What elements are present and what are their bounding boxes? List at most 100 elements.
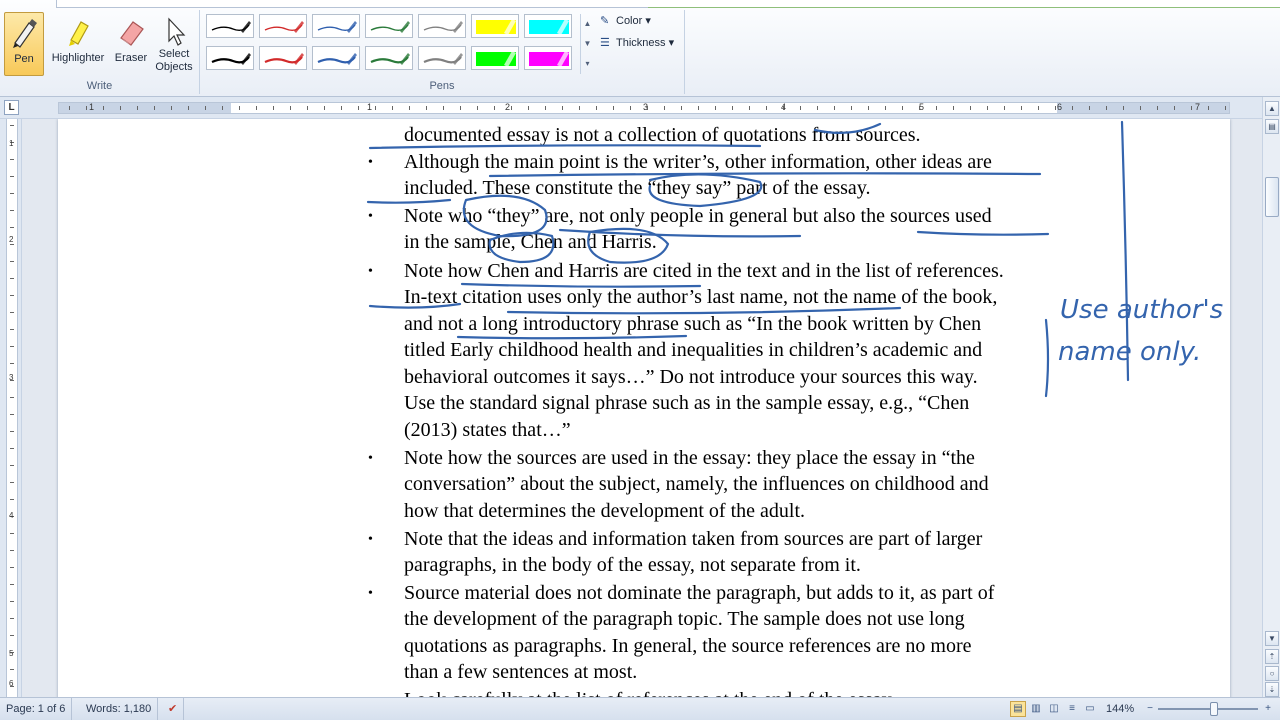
gallery-scroll[interactable]: ▲ ▼ ▾ — [580, 14, 594, 74]
document-line[interactable]: than a few sentences at most. — [404, 661, 637, 684]
ruler-number: 1 — [367, 102, 373, 112]
ruler-tick — [698, 106, 699, 110]
highlighter-swatch[interactable] — [524, 14, 572, 38]
document-line[interactable]: Although the main point is the writer’s,… — [404, 151, 992, 174]
document-line[interactable]: Source material does not dominate the pa… — [404, 582, 994, 605]
pen-swatch[interactable] — [206, 14, 254, 38]
print-layout-icon[interactable]: ▤ — [1010, 701, 1026, 717]
document-line[interactable]: Look carefully at the list of references… — [404, 689, 895, 697]
pen-swatch[interactable] — [259, 14, 307, 38]
zoom-slider-track[interactable] — [1158, 708, 1258, 710]
ruler-tick — [1174, 106, 1175, 110]
document-line[interactable]: behavioral outcomes it says…” Do not int… — [404, 366, 978, 389]
proofing-icon[interactable]: ✔ — [162, 698, 185, 720]
select-objects-button[interactable]: Select Objects — [152, 12, 196, 76]
document-line[interactable]: and not a long introductory phrase such … — [404, 313, 981, 336]
document-line[interactable]: Note how the sources are used in the ess… — [404, 447, 975, 470]
pen-swatch[interactable] — [312, 46, 360, 70]
document-line[interactable]: in the sample, Chen and Harris. — [404, 231, 657, 254]
ruler-toggle-icon[interactable]: ▤ — [1265, 119, 1279, 134]
pen-swatch[interactable] — [206, 46, 254, 70]
pen-swatch[interactable] — [312, 14, 360, 38]
right-margin-shade — [1057, 103, 1229, 113]
vertical-ruler-scale[interactable]: 1 2 3 4 5 6 — [6, 119, 18, 697]
ruler-tick — [681, 106, 682, 110]
vertical-ruler-number: 4 — [9, 511, 14, 520]
ruler-tick — [273, 106, 274, 110]
thickness-button[interactable]: ☰ Thickness ▾ — [600, 34, 674, 52]
web-layout-icon[interactable]: ◫ — [1046, 701, 1062, 717]
scroll-thumb[interactable] — [1265, 177, 1279, 217]
next-page-icon[interactable]: ⇣ — [1265, 682, 1279, 697]
document-line[interactable]: Note how Chen and Harris are cited in th… — [404, 260, 1004, 283]
scroll-down-icon[interactable]: ▼ — [1265, 631, 1279, 646]
document-line[interactable]: (2013) states that…” — [404, 419, 571, 442]
pen-swatch[interactable] — [365, 46, 413, 70]
page-count[interactable]: Page: 1 of 6 — [0, 698, 73, 720]
ruler-tick — [1191, 106, 1192, 110]
document-line[interactable]: conversation” about the subject, namely,… — [404, 473, 989, 496]
document-line[interactable]: Note that the ideas and information take… — [404, 528, 982, 551]
pen-color-icon: ✎ — [600, 15, 610, 27]
pen-swatch[interactable] — [418, 46, 466, 70]
ruler-tick — [409, 106, 410, 110]
document-page[interactable]: documented essay is not a collection of … — [58, 119, 1230, 697]
pens-group-label: Pens — [429, 80, 455, 92]
eraser-button[interactable]: Eraser — [110, 12, 152, 76]
pen-swatch[interactable] — [418, 14, 466, 38]
ruler-tick — [715, 106, 716, 110]
zoom-slider-thumb[interactable] — [1210, 702, 1218, 716]
ruler-tick — [970, 106, 971, 110]
document-line[interactable]: quotations as paragraphs. In general, th… — [404, 635, 972, 658]
document-line[interactable]: Use the standard signal phrase such as i… — [404, 392, 969, 415]
zoom-in-icon[interactable]: + — [1260, 701, 1276, 717]
highlighter-swatch[interactable] — [471, 14, 519, 38]
document-line[interactable]: Note who “they” are, not only people in … — [404, 205, 992, 228]
highlighter-swatch[interactable] — [471, 46, 519, 70]
write-group: Pen Highlighter Eraser Select Objects Wr… — [0, 10, 200, 94]
vertical-ruler-tick — [10, 227, 14, 228]
vertical-ruler-number: 1 — [9, 139, 14, 148]
ink-tools-tab-strip — [648, 0, 1280, 8]
highlighter-swatch[interactable] — [524, 46, 572, 70]
highlighter-button[interactable]: Highlighter — [46, 12, 110, 76]
color-button[interactable]: ✎ Color ▾ — [600, 12, 651, 30]
ruler-tick — [477, 106, 478, 110]
document-area[interactable]: documented essay is not a collection of … — [22, 119, 1262, 697]
ruler-tick — [120, 106, 121, 110]
zoom-out-icon[interactable]: − — [1142, 701, 1158, 717]
ruler-tick — [69, 106, 70, 110]
ruler-tick — [1106, 106, 1107, 110]
scroll-up-icon[interactable]: ▲ — [1265, 101, 1279, 116]
ruler-tick — [596, 106, 597, 110]
ruler-tick — [868, 106, 869, 110]
document-line[interactable]: In-text citation uses only the author’s … — [404, 286, 997, 309]
vertical-scrollbar[interactable]: ▲ ▤ ▼ ⇡ ○ ⇣ — [1262, 97, 1280, 697]
browse-object-icon[interactable]: ○ — [1265, 666, 1279, 681]
zoom-level[interactable]: 144% — [1100, 698, 1140, 720]
pen-button[interactable]: Pen — [4, 12, 44, 76]
document-line[interactable]: how that determines the development of t… — [404, 500, 805, 523]
document-line[interactable]: included. These constitute the “they say… — [404, 177, 871, 200]
ruler-tick — [647, 106, 648, 110]
document-line[interactable]: titled Early childhood health and inequa… — [404, 339, 982, 362]
ruler-number: 6 — [1057, 102, 1063, 112]
word-count[interactable]: Words: 1,180 — [80, 698, 159, 720]
ruler-tick — [426, 106, 427, 110]
eraser-icon — [120, 21, 144, 46]
document-line[interactable]: the development of the paragraph topic. … — [404, 608, 965, 631]
pen-swatch[interactable] — [365, 14, 413, 38]
pen-swatch[interactable] — [259, 46, 307, 70]
document-line[interactable]: paragraphs, in the body of the essay, no… — [404, 554, 861, 577]
document-line[interactable]: documented essay is not a collection of … — [404, 124, 921, 147]
previous-page-icon[interactable]: ⇡ — [1265, 649, 1279, 664]
tab-selector[interactable]: L — [4, 100, 19, 115]
vertical-ruler-tick — [10, 584, 14, 585]
draft-icon[interactable]: ▭ — [1082, 701, 1098, 717]
vertical-ruler-tick — [10, 465, 14, 466]
ruler-tick — [171, 106, 172, 110]
ruler-scale[interactable]: 11234567 — [58, 102, 1230, 114]
write-group-label: Write — [86, 80, 113, 92]
outline-icon[interactable]: ≡ — [1064, 701, 1080, 717]
full-screen-reading-icon[interactable]: ▥ — [1028, 701, 1044, 717]
